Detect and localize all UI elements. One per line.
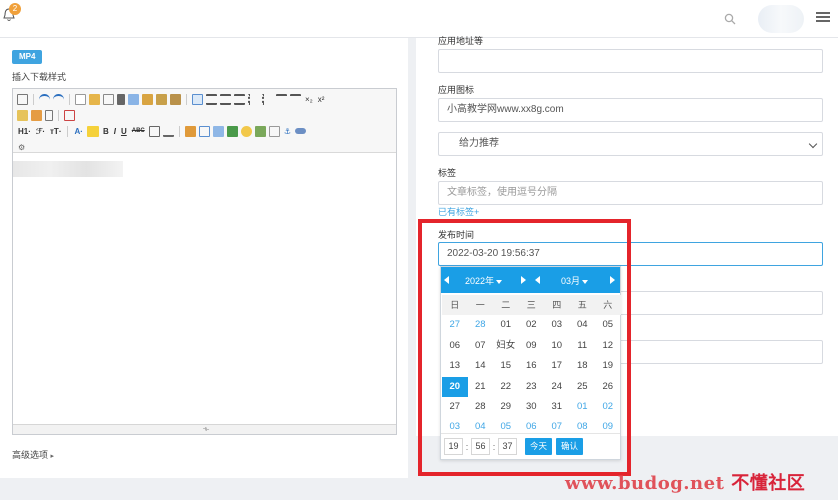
- emoji-icon[interactable]: [240, 125, 252, 137]
- font-family-dropdown[interactable]: ℱ·: [35, 127, 46, 136]
- superscript-icon[interactable]: x²: [317, 95, 326, 104]
- content-editor-panel: MP4 插入下载样式 ×₂ x² H1· ℱ· тT· A· B I U ABC…: [0, 38, 408, 478]
- editor-footer: ⟛: [13, 424, 396, 434]
- hidden-field-input-1[interactable]: [616, 291, 823, 315]
- advanced-options-toggle[interactable]: 高级选项 ▸: [12, 448, 54, 461]
- watermark: www.budog.net 不懂社区: [565, 473, 806, 494]
- indent-icon[interactable]: [276, 93, 287, 105]
- eraser-icon[interactable]: [162, 126, 174, 137]
- app-icon-input[interactable]: 小高教学网www.xx8g.com: [438, 98, 823, 122]
- bold-button[interactable]: B: [102, 127, 110, 136]
- clear-icon[interactable]: [103, 93, 114, 105]
- strikethrough-button[interactable]: ABC: [131, 128, 146, 134]
- format-brush-icon[interactable]: [17, 109, 28, 121]
- font-color-dropdown[interactable]: A·: [73, 127, 83, 136]
- resize-grip-icon[interactable]: ⟛: [201, 426, 211, 433]
- heading-dropdown[interactable]: H1·: [17, 127, 32, 136]
- hidden-field-input-2[interactable]: [616, 340, 823, 364]
- background-color-icon[interactable]: [86, 125, 99, 137]
- preview-icon[interactable]: [75, 93, 86, 105]
- ordered-list-icon[interactable]: [248, 93, 259, 105]
- copy-icon[interactable]: [128, 93, 139, 105]
- outdent-icon[interactable]: [290, 93, 301, 105]
- avatar[interactable]: [758, 5, 804, 33]
- template-icon[interactable]: [89, 93, 100, 105]
- subscript-icon[interactable]: ×₂: [304, 95, 314, 104]
- chevron-down-icon: [808, 139, 818, 149]
- redo-icon[interactable]: [53, 93, 64, 105]
- italic-button[interactable]: I: [113, 127, 117, 136]
- blurred-content: [13, 161, 123, 177]
- link-icon[interactable]: [294, 128, 306, 134]
- insert-download-style-label[interactable]: 插入下载样式: [12, 70, 66, 83]
- insert-arrow-icon[interactable]: [226, 125, 238, 137]
- table-icon[interactable]: [148, 125, 160, 137]
- video-icon[interactable]: [212, 125, 224, 137]
- fullscreen-icon[interactable]: [64, 109, 75, 121]
- unordered-list-icon[interactable]: [262, 93, 273, 105]
- undo-icon[interactable]: [39, 93, 50, 105]
- map-icon[interactable]: [254, 125, 266, 137]
- top-bar: 2: [0, 0, 838, 38]
- anchor-icon[interactable]: ⚓: [283, 127, 292, 136]
- existing-tags-link[interactable]: 已有标签+: [438, 205, 479, 218]
- align-justify-icon[interactable]: [234, 93, 245, 105]
- align-left-icon[interactable]: [192, 93, 203, 105]
- align-right-icon[interactable]: [220, 93, 231, 105]
- search-icon[interactable]: [724, 13, 736, 25]
- font-size-dropdown[interactable]: тT·: [49, 127, 62, 136]
- menu-icon[interactable]: [816, 12, 830, 24]
- multi-image-icon[interactable]: [198, 125, 210, 137]
- quick-format-icon[interactable]: [31, 109, 42, 121]
- tags-input[interactable]: 文章标签，使用逗号分隔: [438, 181, 823, 205]
- editor-toolbar: ×₂ x² H1· ℱ· тT· A· B I U ABC ⚓ ⚙: [13, 89, 396, 153]
- align-center-icon[interactable]: [206, 93, 217, 105]
- select-all-icon[interactable]: [45, 109, 53, 121]
- tags-label: 标签: [438, 168, 457, 178]
- notification-badge: 2: [9, 3, 21, 15]
- source-icon[interactable]: [17, 93, 28, 105]
- rich-text-editor[interactable]: ×₂ x² H1· ℱ· тT· A· B I U ABC ⚓ ⚙ ⟛: [12, 88, 397, 435]
- settings-icon[interactable]: ⚙: [17, 143, 26, 152]
- page-break-icon[interactable]: [268, 125, 280, 137]
- image-icon[interactable]: [184, 125, 196, 137]
- caret-right-icon: ▸: [50, 453, 55, 460]
- paste-text-icon[interactable]: [156, 93, 167, 105]
- app-icon-label: 应用图标: [438, 85, 475, 95]
- paste-word-icon[interactable]: [170, 93, 181, 105]
- cut-icon[interactable]: [117, 93, 125, 105]
- app-address-input[interactable]: [438, 49, 823, 73]
- app-address-label: 应用地址等: [438, 36, 484, 46]
- recommend-select[interactable]: 给力推荐: [438, 132, 823, 156]
- underline-button[interactable]: U: [120, 127, 128, 136]
- mp4-tag[interactable]: MP4: [12, 50, 43, 64]
- highlight-box: [418, 219, 631, 476]
- paste-icon[interactable]: [142, 93, 153, 105]
